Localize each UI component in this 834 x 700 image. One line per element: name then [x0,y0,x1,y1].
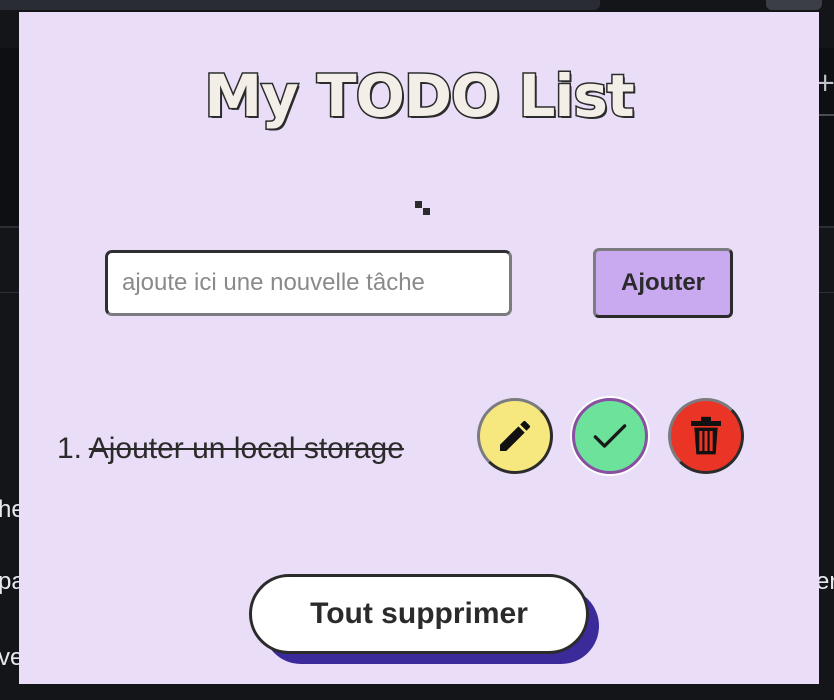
background-window-control [766,0,822,10]
task-label: Ajouter un local storage [88,432,404,465]
add-task-button[interactable]: Ajouter [593,248,733,318]
checkmark-icon [593,424,627,448]
new-task-input[interactable] [105,250,512,316]
edit-task-button[interactable] [477,398,553,474]
background-tab-bar [0,0,600,10]
pencil-icon [500,420,531,451]
trash-icon [691,416,721,455]
task-list-item: 1. Ajouter un local storage [57,398,797,478]
task-number: 1. [57,432,83,465]
delete-task-button[interactable] [668,398,744,474]
loading-indicator-icon [415,201,435,221]
page-title: My TODO List [203,61,636,132]
clear-all-button[interactable]: Tout supprimer [249,574,589,654]
task-text: 1. Ajouter un local storage [57,432,404,466]
complete-task-button[interactable] [572,398,648,474]
todo-popup: My TODO List Ajouter 1. Ajouter un local… [19,12,819,684]
